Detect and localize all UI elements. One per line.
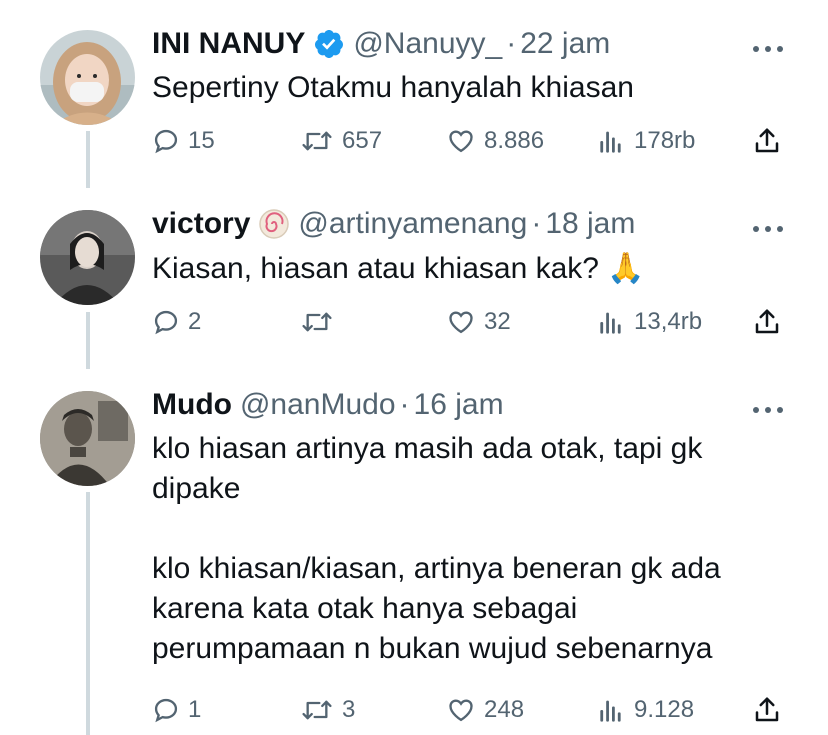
heart-icon	[449, 130, 473, 153]
tweet-text: Sepertiny Otakmu hanyalah khiasan	[152, 71, 634, 104]
view-count: 178rb	[634, 127, 696, 154]
retweet-icon	[302, 312, 332, 332]
timestamp[interactable]: 16 jam	[414, 387, 504, 423]
share-button[interactable]	[752, 121, 782, 161]
author-handle[interactable]: @nanMudo	[240, 387, 396, 423]
reply-icon	[154, 698, 178, 723]
tweet-actions: 2 32 13,4rb	[152, 302, 788, 342]
avatar[interactable]	[40, 391, 135, 486]
tweet[interactable]: INI NANUY @Nanuyy_ · 22 jam Sepertiny Ot…	[0, 0, 828, 180]
author-name[interactable]: INI NANUY	[152, 26, 305, 62]
verified-badge-icon	[313, 28, 345, 60]
heart-icon	[449, 311, 473, 334]
tweet-actions: 1 3 248 9.128	[152, 690, 788, 730]
reply-count: 15	[188, 127, 215, 154]
author-name[interactable]: Mudo	[152, 387, 232, 423]
reply-button[interactable]: 1	[152, 690, 201, 730]
tweet-text: klo hiasan artinya masih ada otak, tapi …	[152, 432, 721, 665]
reply-button[interactable]: 2	[152, 302, 201, 342]
author-handle[interactable]: @Nanuyy_	[353, 26, 502, 62]
tweet-actions: 15 657 8.886 178rb	[152, 121, 788, 161]
retweet-button[interactable]: 3	[300, 690, 355, 730]
more-options-icon[interactable]	[752, 40, 784, 52]
views-button[interactable]: 178rb	[598, 121, 695, 161]
views-button[interactable]: 13,4rb	[598, 302, 702, 342]
separator-dot: ·	[399, 388, 410, 421]
share-button[interactable]	[752, 302, 782, 342]
view-count: 13,4rb	[634, 308, 703, 335]
fish-cake-emoji-icon	[258, 208, 290, 240]
retweet-icon	[302, 131, 332, 151]
reply-icon	[154, 310, 178, 335]
share-button[interactable]	[752, 690, 782, 730]
share-icon	[755, 128, 779, 153]
retweet-button[interactable]	[300, 302, 342, 342]
view-count: 9.128	[634, 696, 695, 723]
like-count: 248	[484, 696, 525, 723]
author-name[interactable]: victory	[152, 206, 250, 242]
avatar[interactable]	[40, 30, 135, 125]
retweet-button[interactable]: 657	[300, 121, 382, 161]
tweet[interactable]: Mudo @nanMudo · 16 jam klo hiasan artiny…	[0, 361, 828, 735]
author-handle[interactable]: @artinyamenang	[298, 206, 527, 242]
reply-button[interactable]: 15	[152, 121, 215, 161]
tweet-text: Kiasan, hiasan atau khiasan kak? 🙏	[152, 252, 645, 285]
retweet-count: 3	[342, 696, 356, 723]
like-count: 8.886	[484, 127, 545, 154]
like-count: 32	[484, 308, 511, 335]
views-icon	[600, 131, 621, 153]
like-button[interactable]: 32	[446, 302, 511, 342]
heart-icon	[449, 699, 473, 722]
views-icon	[600, 700, 621, 722]
reply-icon	[154, 129, 178, 154]
like-button[interactable]: 8.886	[446, 121, 544, 161]
more-options-icon[interactable]	[752, 220, 784, 232]
share-icon	[755, 697, 779, 722]
retweet-count: 657	[342, 127, 383, 154]
like-button[interactable]: 248	[446, 690, 524, 730]
views-icon	[600, 312, 621, 334]
share-icon	[755, 309, 779, 334]
retweet-icon	[302, 700, 332, 720]
separator-dot: ·	[506, 27, 517, 60]
separator-dot: ·	[531, 207, 542, 240]
more-options-icon[interactable]	[752, 401, 784, 413]
reply-count: 1	[188, 696, 202, 723]
timestamp[interactable]: 22 jam	[520, 26, 610, 62]
views-button[interactable]: 9.128	[598, 690, 694, 730]
avatar[interactable]	[40, 210, 135, 305]
timestamp[interactable]: 18 jam	[545, 206, 635, 242]
tweet[interactable]: victory @artinyamenang · 18 jam Kiasan, …	[0, 180, 828, 360]
reply-count: 2	[188, 308, 202, 335]
